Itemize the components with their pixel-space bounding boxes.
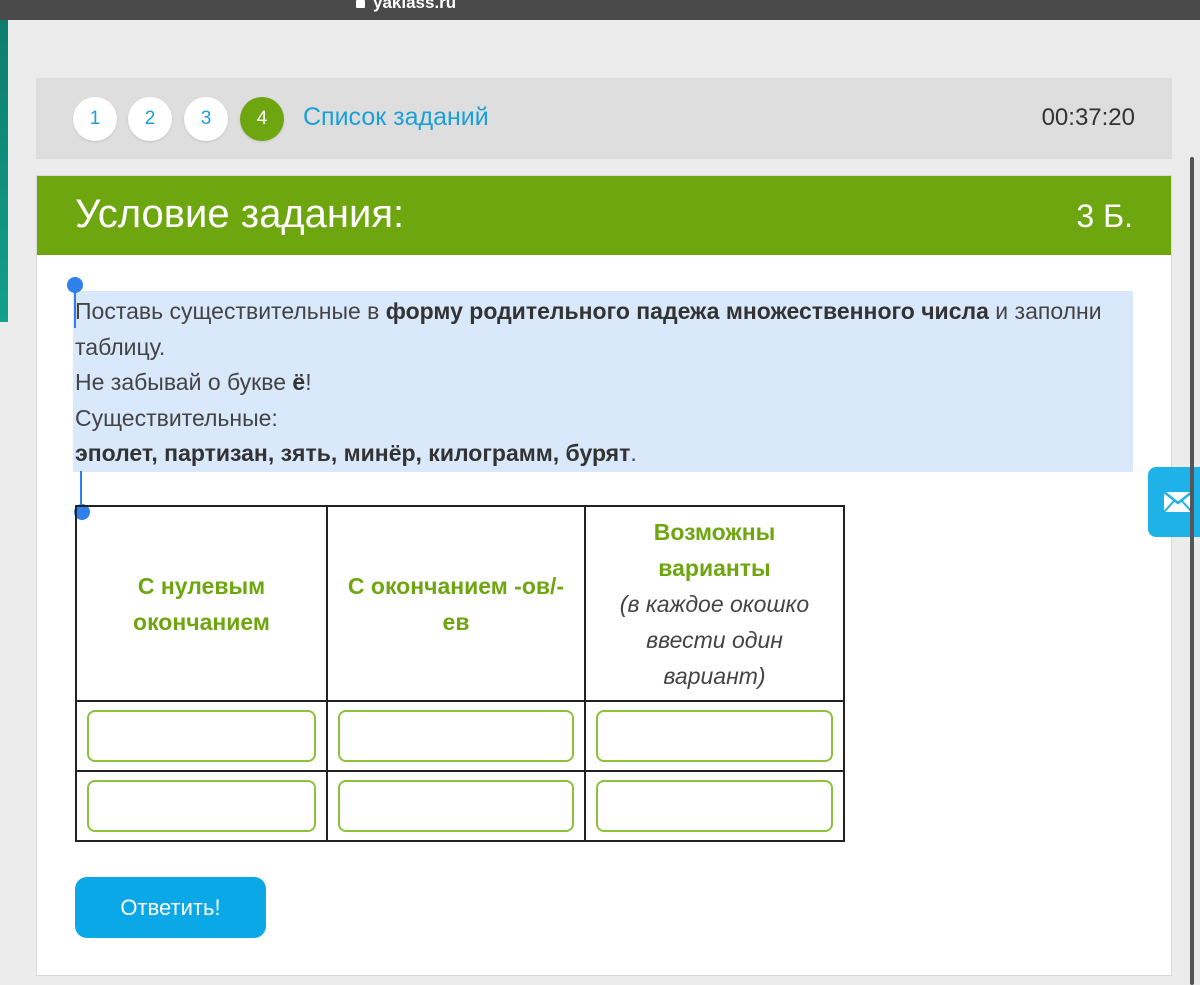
table-cell	[584, 700, 845, 772]
column-header-ov-ev: С окончанием -ов/-ев	[326, 505, 586, 702]
column-header-zero-ending: С нулевым окончанием	[75, 505, 328, 702]
answer-input-r2c3[interactable]	[596, 780, 833, 832]
task-number-1[interactable]: 1	[73, 97, 117, 141]
table-cell	[326, 700, 586, 772]
column-header-note: (в каждое окошко ввести один вариант)	[619, 590, 810, 689]
statement-text: Поставь существительные в	[75, 298, 386, 324]
statement-bold: форму родительного падежа множественного…	[385, 298, 989, 324]
url-text[interactable]: yaklass.ru	[373, 0, 456, 13]
task-list-link[interactable]: Список заданий	[303, 103, 489, 132]
task-number-2[interactable]: 2	[128, 97, 172, 141]
task-card: Условие задания: 3 Б. Поставь существите…	[36, 175, 1172, 976]
browser-address-bar[interactable]: yaklass.ru	[0, 0, 1200, 20]
answer-input-r1c1[interactable]	[87, 710, 316, 762]
page: yaklass.ru 1 2 3 4 Список заданий 00:37:…	[0, 0, 1200, 985]
column-header-variants: Возможны варианты (в каждое окошко ввест…	[584, 505, 845, 702]
envelope-icon	[1163, 491, 1193, 513]
answer-input-r2c1[interactable]	[87, 780, 316, 832]
task-title: Условие задания:	[75, 192, 405, 236]
scrollbar[interactable]	[1190, 157, 1194, 985]
table-cell	[584, 770, 845, 842]
answer-input-r2c2[interactable]	[338, 780, 574, 832]
lock-icon	[356, 0, 365, 8]
answer-input-r1c3[interactable]	[596, 710, 833, 762]
table-cell	[75, 770, 328, 842]
column-header-title: С окончанием -ов/-ев	[347, 572, 565, 635]
timer: 00:37:20	[1041, 104, 1135, 131]
left-edge-strip	[0, 0, 8, 322]
answer-table: С нулевым окончанием С окончанием -ов/-е…	[75, 505, 845, 842]
task-header: Условие задания: 3 Б.	[37, 176, 1171, 255]
statement-letter: ё	[292, 369, 306, 395]
table-row	[75, 770, 845, 842]
table-cell	[75, 700, 328, 772]
answer-input-r1c2[interactable]	[338, 710, 574, 762]
task-points: 3 Б.	[1076, 198, 1133, 234]
statement-text: Не забывай о букве	[75, 369, 293, 395]
nouns-list: эполет, партизан, зять, минёр, килограмм…	[75, 440, 631, 466]
statement-text: Существительные:	[75, 404, 278, 431]
task-number-3[interactable]: 3	[184, 97, 228, 141]
table-cell	[326, 770, 586, 842]
task-statement: Поставь существительные в форму родитель…	[73, 291, 1133, 472]
statement-text: .	[630, 440, 637, 466]
task-navigation: 1 2 3 4 Список заданий 00:37:20	[36, 78, 1172, 159]
statement-text: !	[305, 369, 312, 395]
submit-button[interactable]: Ответить!	[75, 877, 266, 938]
table-header-row: С нулевым окончанием С окончанием -ов/-е…	[75, 505, 845, 702]
task-number-4-active[interactable]: 4	[240, 97, 284, 141]
table-row	[75, 700, 845, 772]
column-header-title: Возможны варианты	[653, 518, 776, 581]
selection-start-caret	[74, 286, 76, 328]
column-header-title: С нулевым окончанием	[133, 572, 270, 635]
selection-end-caret	[80, 471, 82, 505]
